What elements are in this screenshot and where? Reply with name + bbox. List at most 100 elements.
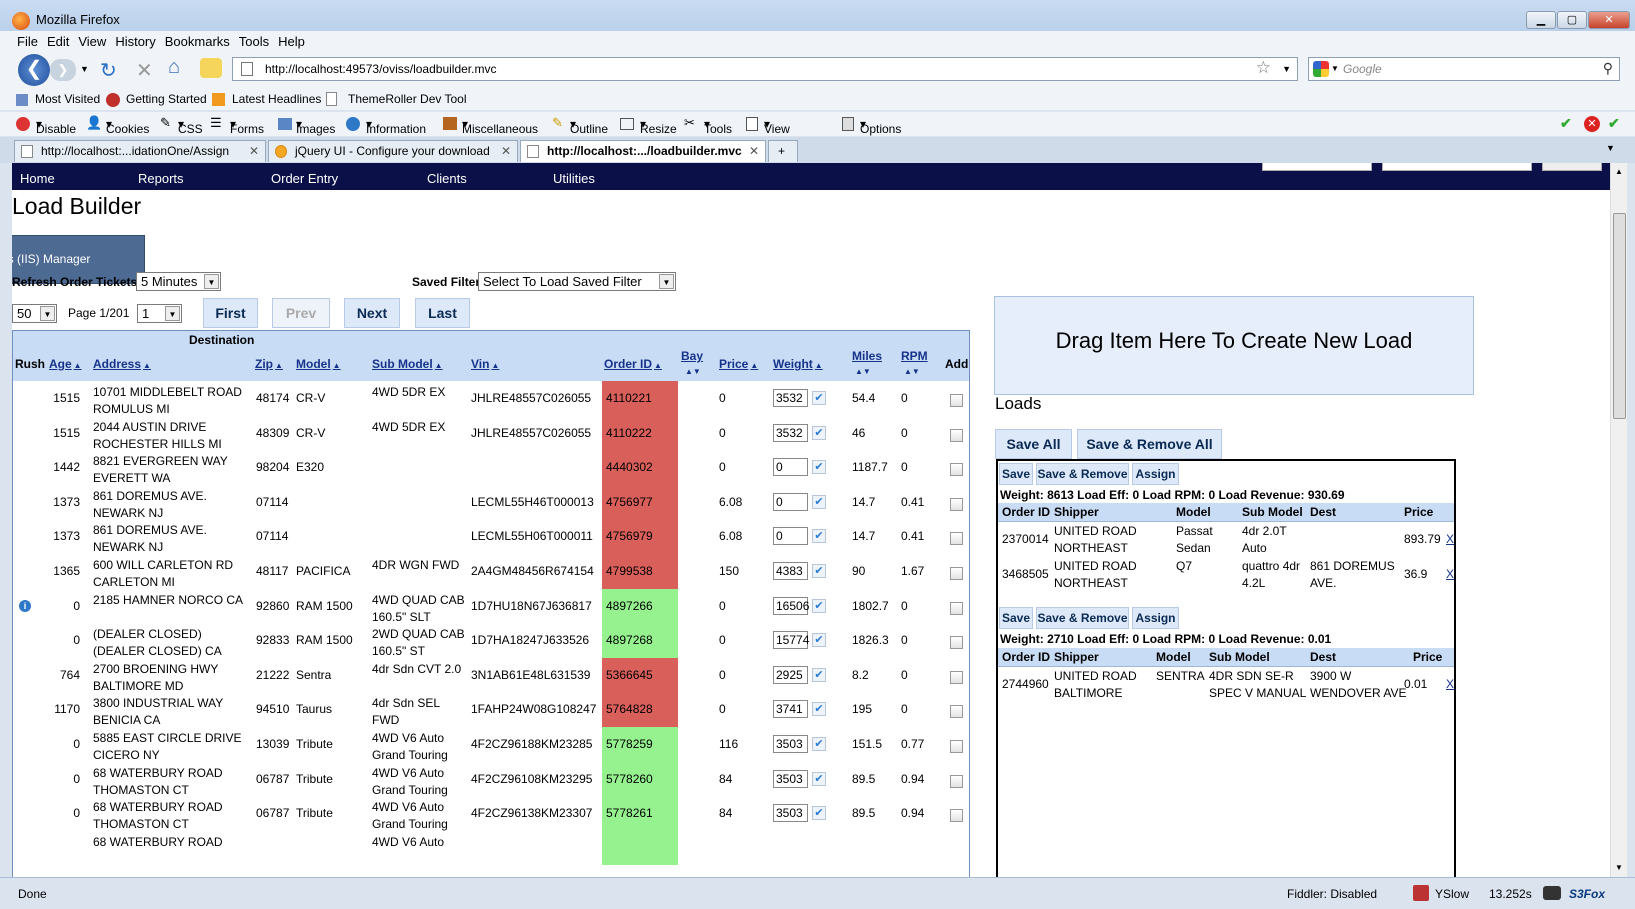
table-row[interactable]: i 0 2185 HAMNER NORCO CA 92860 RAM 1500 4WD Q…	[13, 588, 969, 624]
table-row[interactable]: 1170 3800 INDUSTRIAL WAY BENICIA CA 94510 Ta…	[13, 692, 969, 727]
load-save-button[interactable]: Save	[999, 463, 1033, 485]
cell-orderid[interactable]: 5778261	[602, 796, 678, 831]
add-checkbox[interactable]	[950, 394, 963, 407]
weight-confirm-icon[interactable]: ✔	[812, 494, 826, 509]
weight-input[interactable]: 16506	[773, 596, 809, 615]
dev-options[interactable]: Options ▾	[860, 117, 901, 136]
col-age[interactable]: Age ▲	[49, 357, 82, 371]
sort-icon[interactable]: ▲▼	[685, 367, 701, 376]
back-button[interactable]: ❮	[18, 54, 50, 86]
weight-input[interactable]: 0	[773, 527, 808, 546]
weight-confirm-icon[interactable]: ✔	[812, 425, 826, 440]
google-icon[interactable]	[1313, 61, 1329, 77]
nav-home[interactable]: Home	[20, 171, 55, 186]
saved-filters-select[interactable]: Select To Load Saved Filter ▼	[478, 272, 676, 291]
prev-page-button[interactable]: Prev	[272, 298, 330, 328]
col-zip[interactable]: Zip ▲	[255, 357, 283, 371]
weight-confirm-icon[interactable]: ✔	[812, 702, 826, 717]
weight-confirm-icon[interactable]: ✔	[812, 771, 826, 786]
weight-input[interactable]: 3532	[773, 389, 808, 407]
table-row[interactable]: 1515 10701 MIDDLEBELT ROAD ROMULUS MI 48174…	[13, 381, 969, 416]
cell-orderid[interactable]: 4440302	[602, 450, 678, 485]
validate-ok-icon[interactable]: ✔	[1560, 115, 1572, 132]
search-icon[interactable]: ⚲	[1603, 57, 1613, 79]
scrollbar-thumb[interactable]	[1613, 213, 1626, 419]
table-row[interactable]: 764 2700 BROENING HWY BALTIMORE MD 21222 Sen…	[13, 657, 969, 693]
menu-bookmarks[interactable]: Bookmarks	[162, 31, 236, 49]
table-row[interactable]: 0 (DEALER CLOSED) (DEALER CLOSED) CA 92833 R…	[13, 623, 969, 658]
fiddler-status[interactable]: Fiddler: Disabled	[1287, 887, 1377, 901]
load-save-button[interactable]: Save	[999, 607, 1033, 629]
cell-orderid[interactable]: 5778259	[602, 727, 678, 762]
nav-reports[interactable]: Reports	[138, 171, 184, 186]
table-row[interactable]: 1442 8821 EVERGREEN WAY EVERETT WA 98204 E32…	[13, 450, 969, 485]
add-checkbox[interactable]	[950, 567, 963, 580]
add-checkbox[interactable]	[950, 774, 963, 788]
table-row[interactable]: 0 68 WATERBURY ROAD THOMASTON CT 06787 Tribu…	[13, 796, 969, 831]
url-bar[interactable]: http://localhost:49573/oviss/loadbuilder…	[232, 57, 1298, 81]
bookmark-themeroller[interactable]: ThemeRoller Dev Tool	[348, 92, 467, 106]
cell-orderid[interactable]: 4897268	[602, 623, 678, 658]
scroll-down-icon[interactable]: ▼	[1615, 863, 1623, 872]
validate-check-icon[interactable]: ✔	[1608, 115, 1620, 132]
weight-input[interactable]: 3741	[773, 700, 808, 719]
weight-confirm-icon[interactable]: ✔	[812, 633, 826, 648]
dev-resize[interactable]: Resize ▾	[640, 117, 677, 136]
cell-orderid[interactable]: 4897266	[602, 588, 678, 624]
table-row[interactable]: 0 68 WATERBURY ROAD THOMASTON CT 06787 Tribu…	[13, 761, 969, 797]
save-remove-all-button[interactable]: Save & Remove All	[1077, 429, 1222, 459]
bookmark-getting-started[interactable]: Getting Started	[126, 92, 207, 106]
weight-confirm-icon[interactable]: ✔	[812, 598, 826, 613]
load-assign-button[interactable]: Assign	[1132, 607, 1179, 629]
menu-help[interactable]: Help	[275, 31, 311, 49]
cell-orderid[interactable]: 5778260	[602, 761, 678, 797]
client-search-input[interactable]	[1382, 163, 1532, 171]
col-rpm[interactable]: RPM	[901, 349, 928, 363]
dev-tools[interactable]: Tools ▾	[704, 117, 732, 136]
add-checkbox[interactable]	[950, 636, 963, 650]
home-icon[interactable]: ⌂	[168, 56, 180, 79]
client-search-button[interactable]	[1542, 163, 1602, 171]
dev-miscellaneous[interactable]: Miscellaneous ▾	[462, 117, 538, 136]
weight-input[interactable]: 3532	[773, 423, 808, 442]
first-page-button[interactable]: First	[203, 298, 258, 328]
forward-button[interactable]: ❯	[50, 59, 76, 81]
table-row[interactable]: 0 5885 EAST CIRCLE DRIVE CICERO NY 13039 Tri…	[13, 727, 969, 762]
cell-orderid[interactable]: 4110222	[602, 415, 678, 451]
close-tab-icon[interactable]: ✕	[749, 141, 759, 161]
weight-confirm-icon[interactable]: ✔	[812, 529, 826, 544]
add-checkbox[interactable]	[950, 532, 963, 546]
url-dropdown-icon[interactable]: ▼	[1282, 58, 1291, 80]
dev-information[interactable]: Information ▾	[366, 117, 426, 136]
add-checkbox[interactable]	[950, 463, 963, 477]
remove-from-load-link[interactable]: X	[1446, 531, 1454, 548]
table-row[interactable]: 1373 861 DOREMUS AVE. NEWARK NJ 07114 LECML5…	[13, 484, 969, 520]
remove-from-load-link[interactable]: X	[1446, 566, 1454, 583]
nav-order-entry[interactable]: Order Entry	[271, 171, 338, 186]
dev-outline[interactable]: Outline ▾	[570, 117, 608, 136]
col-weight[interactable]: Weight ▲	[773, 357, 823, 371]
history-dropdown-icon[interactable]: ▼	[80, 64, 89, 74]
validate-error-icon[interactable]: ✕	[1584, 116, 1600, 132]
bookmark-star-icon[interactable]: ☆	[1256, 57, 1271, 79]
info-icon[interactable]: i	[19, 599, 31, 612]
dev-images[interactable]: Images ▾	[296, 117, 335, 136]
table-row[interactable]: 1373 861 DOREMUS AVE. NEWARK NJ 07114 LECML5…	[13, 519, 969, 554]
col-address[interactable]: Address ▲	[93, 357, 151, 371]
col-vin[interactable]: Vin ▲	[471, 357, 499, 371]
close-tab-icon[interactable]: ✕	[249, 141, 259, 161]
add-checkbox[interactable]	[950, 670, 963, 684]
nav-utilities[interactable]: Utilities	[553, 171, 595, 186]
create-load-dropzone[interactable]: Drag Item Here To Create New Load	[994, 296, 1474, 395]
close-tab-icon[interactable]: ✕	[501, 141, 511, 161]
menu-file[interactable]: File	[0, 31, 44, 49]
load-assign-button[interactable]: Assign	[1132, 463, 1179, 485]
dev-css[interactable]: CSS ▾	[178, 117, 203, 136]
weight-input[interactable]: 3503	[773, 804, 808, 823]
weight-input[interactable]: 0	[773, 458, 808, 477]
add-checkbox[interactable]	[950, 428, 963, 442]
search-engine-dropdown-icon[interactable]: ▼	[1331, 58, 1339, 80]
cell-orderid[interactable]: 4799538	[602, 554, 678, 589]
add-checkbox[interactable]	[950, 601, 963, 615]
weight-input[interactable]: 0	[773, 492, 808, 511]
